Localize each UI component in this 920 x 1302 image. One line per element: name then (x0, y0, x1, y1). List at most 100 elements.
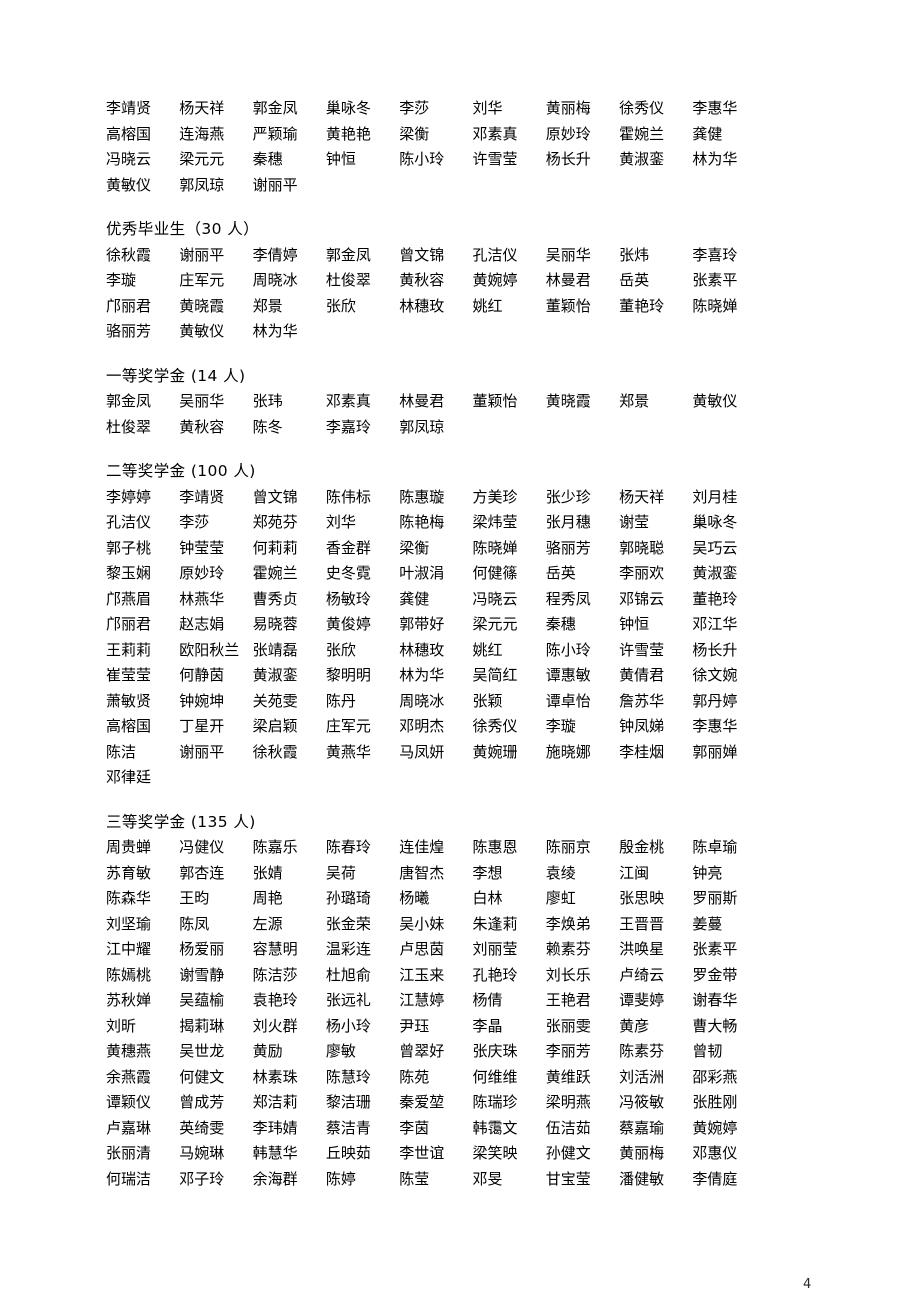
name-cell: 曾翠好 (399, 1039, 472, 1065)
student-name: 周晓冰 (252, 271, 298, 289)
student-name: 周贵蝉 (106, 838, 152, 856)
name-cell: 杨爱丽 (179, 937, 252, 963)
student-name: 谭颖仪 (106, 1093, 152, 1111)
student-name: 陈丽京 (545, 838, 591, 856)
name-cell: 高榕国 (106, 714, 179, 740)
student-name: 林曼君 (399, 392, 445, 410)
name-cell: 谢莹 (619, 510, 692, 536)
student-name: 黄艳艳 (325, 124, 371, 143)
name-cell: 余海群 (253, 1167, 326, 1193)
name-cell: 郭凤琼 (399, 415, 472, 441)
student-name: 杜俊翠 (325, 271, 371, 289)
student-name: 刘华 (472, 99, 503, 117)
name-cell: 梁元元 (179, 147, 252, 173)
name-cell: 董颖怡 (546, 294, 619, 320)
student-name: 巢咏冬 (692, 513, 738, 531)
student-name: 林为华 (399, 666, 445, 684)
student-name: 黄敏仪 (106, 175, 152, 194)
name-cell: 李倩婷 (253, 243, 326, 269)
student-name: 邓江华 (692, 615, 738, 633)
name-cell: 左源 (253, 912, 326, 938)
name-cell: 刘活洲 (619, 1065, 692, 1091)
name-cell: 赵志娟 (179, 612, 252, 638)
name-cell: 霍婉兰 (619, 122, 692, 148)
name-cell: 周晓冰 (399, 689, 472, 715)
student-name: 林穗玫 (399, 640, 445, 659)
student-name: 曹秀贞 (252, 589, 298, 608)
name-row: 邝丽君 赵志娟 易晓蓉 黄俊婷 郭带好 梁元元 秦穗 钟恒 邓江华 (106, 612, 766, 638)
name-cell: 施晓娜 (546, 740, 619, 766)
student-name: 黄淑銮 (619, 150, 665, 168)
name-cell: 岳英 (619, 268, 692, 294)
student-name: 徐秀仪 (619, 99, 665, 117)
student-name: 梁元元 (179, 150, 225, 168)
name-row: 刘昕 揭莉琳 刘火群 杨小玲 尹珏 李晶 张丽雯 黄彦 曹大畅 (106, 1014, 766, 1040)
name-cell: 梁炜莹 (472, 510, 545, 536)
student-name: 郭凤琼 (179, 175, 225, 194)
student-name: 李惠华 (692, 717, 738, 735)
name-cell: 黄秋容 (399, 268, 472, 294)
name-cell: 许雪莹 (619, 638, 692, 664)
student-name: 原妙玲 (179, 564, 225, 582)
student-name: 钟莹莹 (179, 538, 225, 557)
name-cell: 方美珍 (472, 485, 545, 511)
student-name: 张月穗 (545, 513, 591, 531)
name-cell: 黎洁珊 (326, 1090, 399, 1116)
name-cell: 黄淑銮 (253, 663, 326, 689)
name-cell: 姜蔓 (692, 912, 765, 938)
name-cell: 杨长升 (546, 147, 619, 173)
student-name: 何健文 (179, 1067, 225, 1086)
name-cell: 吴荷 (326, 861, 399, 887)
name-cell: 李晶 (472, 1014, 545, 1040)
student-name: 张素平 (692, 271, 738, 289)
student-name: 王莉莉 (106, 640, 152, 659)
student-name: 李桂烟 (619, 742, 665, 761)
student-name: 何莉莉 (252, 538, 298, 557)
name-row: 萧敏贤 钟婉坤 关苑雯 陈丹 周晓冰 张颖 谭卓怡 詹苏华 郭丹婷 (106, 689, 766, 715)
student-name: 庄军元 (325, 717, 371, 735)
name-cell: 何健文 (179, 1065, 252, 1091)
name-cell: 何静茵 (179, 663, 252, 689)
student-name: 欧阳秋兰 (179, 640, 240, 659)
name-cell: 霍婉兰 (253, 561, 326, 587)
student-name: 杨爱丽 (179, 940, 225, 958)
name-cell: 郭子桃 (106, 536, 179, 562)
name-cell: 李璇 (106, 268, 179, 294)
name-cell: 董艳玲 (619, 294, 692, 320)
student-name: 杨天祥 (619, 487, 665, 506)
student-name: 吴小妹 (399, 914, 445, 933)
student-name: 张思映 (619, 889, 665, 907)
student-name: 卢嘉琳 (106, 1118, 152, 1137)
student-name: 吴丽华 (545, 245, 591, 264)
student-name: 张胜刚 (692, 1093, 738, 1111)
name-cell: 谢丽平 (179, 740, 252, 766)
student-name: 董颖怡 (472, 392, 518, 410)
student-name: 陈嘉乐 (252, 838, 298, 856)
student-name: 杨长升 (692, 640, 738, 659)
name-cell: 谭颖仪 (106, 1090, 179, 1116)
name-cell: 巢咏冬 (692, 510, 765, 536)
student-name: 李嘉玲 (325, 417, 371, 436)
name-cell: 谢春华 (692, 988, 765, 1014)
name-cell: 郑景 (619, 389, 692, 415)
student-name: 韩慧华 (252, 1144, 298, 1162)
student-name: 庄军元 (179, 271, 225, 289)
name-cell: 陈慧玲 (326, 1065, 399, 1091)
student-name: 徐秋霞 (252, 742, 298, 761)
student-name: 谢雪静 (179, 965, 225, 984)
name-cell: 杨曦 (399, 886, 472, 912)
name-cell: 邓律廷 (106, 765, 179, 791)
name-cell: 黄淑銮 (692, 561, 765, 587)
student-name: 香金群 (325, 538, 371, 557)
name-cell: 郑景 (253, 294, 326, 320)
student-name: 杨小玲 (325, 1016, 371, 1035)
name-cell: 谭斐婷 (619, 988, 692, 1014)
student-name: 朱逢莉 (472, 914, 518, 933)
student-name: 李璇 (106, 271, 137, 289)
student-name: 陈慧玲 (325, 1067, 371, 1086)
name-cell: 潘健敏 (619, 1167, 692, 1193)
student-name: 杨倩 (472, 991, 503, 1009)
name-cell: 白林 (472, 886, 545, 912)
student-name: 王晋晋 (619, 914, 665, 933)
name-cell: 邓江华 (692, 612, 765, 638)
